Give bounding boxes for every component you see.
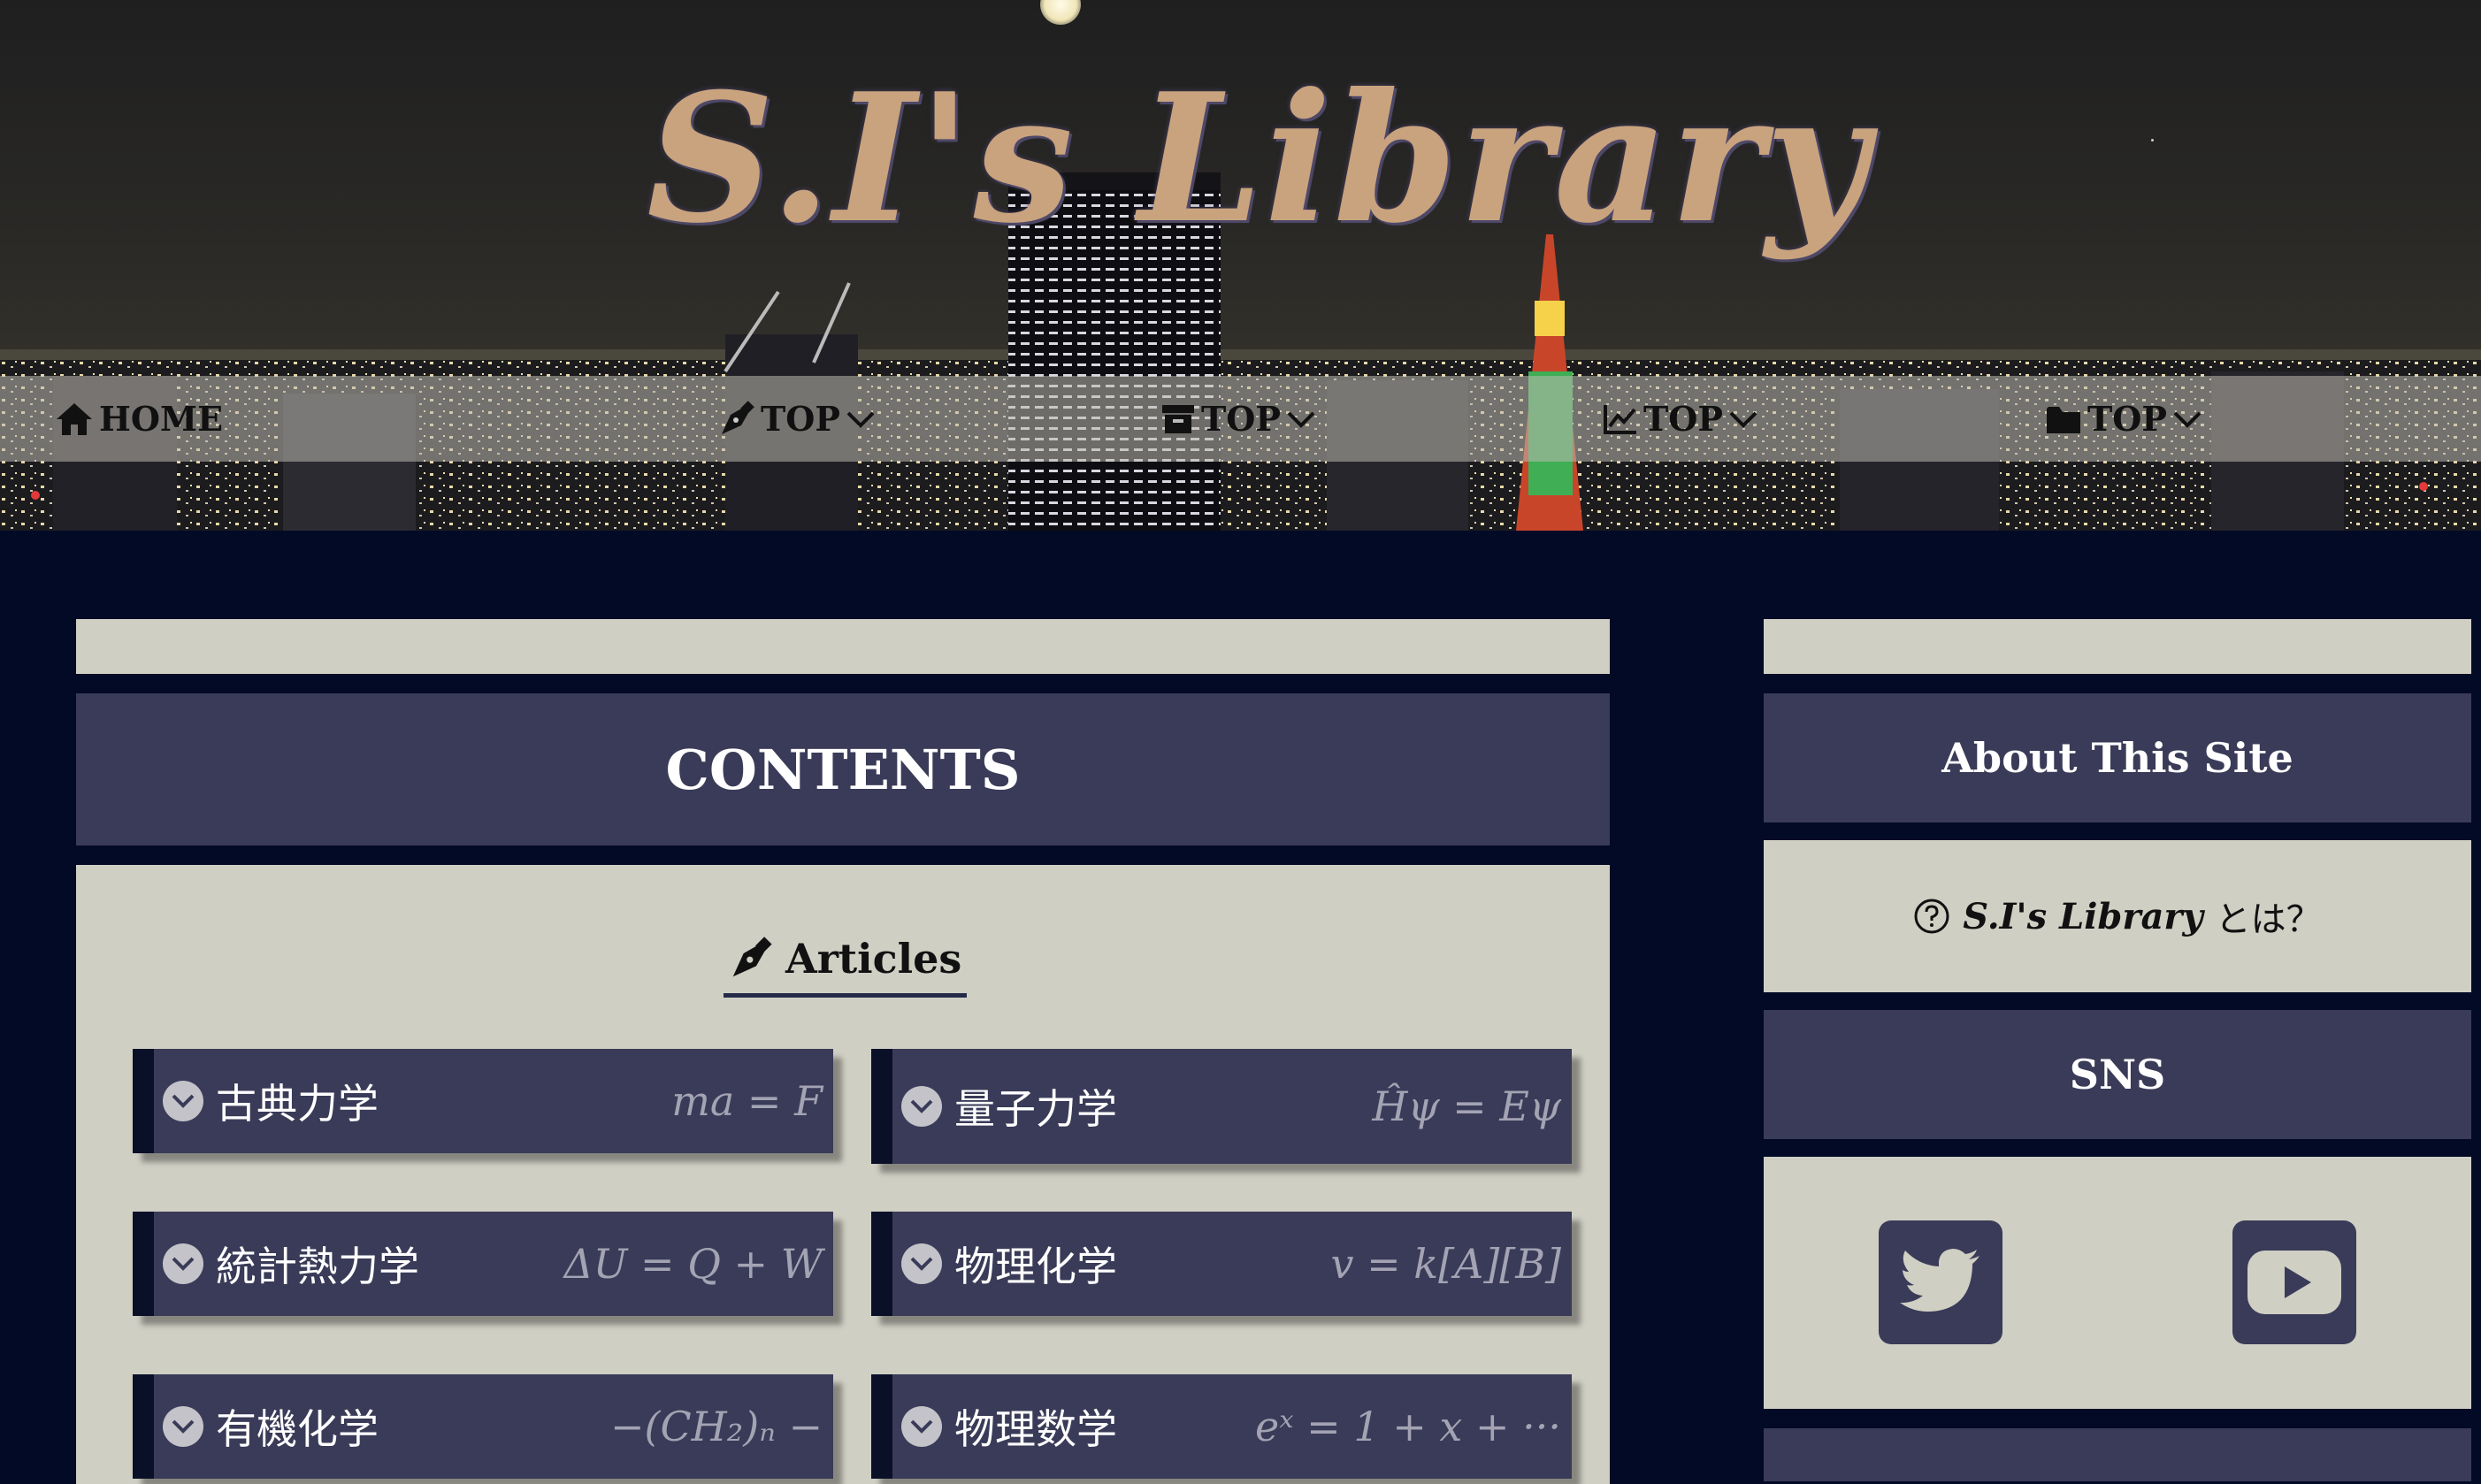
contents-header: CONTENTS: [76, 693, 1610, 845]
sidebar-top-strip: [1764, 619, 2471, 674]
pen-nib-icon: [722, 400, 754, 434]
nav-item-archive[interactable]: TOP: [1160, 376, 1316, 462]
article-label: 古典力学: [216, 1080, 379, 1128]
chevron-down-icon: [901, 1406, 942, 1447]
sns-panel: [1764, 1157, 2471, 1409]
sns-header: SNS: [1764, 1010, 2471, 1139]
articles-heading-label: Articles: [785, 935, 962, 983]
pen-nib-icon: [732, 937, 772, 977]
chevron-down-icon: [1287, 411, 1315, 428]
chevron-down-icon: [163, 1406, 203, 1447]
article-card-mathematical-physics[interactable]: 物理数学 eˣ = 1 + x + ···: [871, 1374, 1572, 1479]
contents-title: CONTENTS: [665, 737, 1021, 802]
nav-item-home[interactable]: HOME: [55, 376, 223, 462]
article-card-organic-chemistry[interactable]: 有機化学 −(CH₂)ₙ −: [133, 1374, 833, 1479]
chevron-down-icon: [163, 1081, 203, 1121]
nav-label-charts: TOP: [1643, 399, 1723, 439]
article-card-quantum-mechanics[interactable]: 量子力学 Ĥψ = Eψ: [871, 1049, 1572, 1164]
nav-label-articles: TOP: [761, 399, 840, 439]
sns-title: SNS: [2069, 1051, 2166, 1098]
chevron-down-icon: [846, 411, 875, 428]
article-label: 量子力学: [954, 1085, 1117, 1133]
main-nav: HOME TOP TOP TOP TOP: [0, 376, 2481, 462]
articles-heading: Articles: [724, 924, 968, 998]
question-circle-icon: [1914, 899, 1949, 934]
chevron-down-icon: [163, 1243, 203, 1284]
folder-icon: [2047, 406, 2080, 433]
nav-label-folder: TOP: [2087, 399, 2167, 439]
article-card-classical-mechanics[interactable]: 古典力学 ma = F: [133, 1049, 833, 1153]
about-site-link[interactable]: S.I's Library とは？: [1764, 840, 2471, 992]
nav-item-folder[interactable]: TOP: [2045, 376, 2202, 462]
article-label: 物理化学: [954, 1243, 1117, 1290]
article-label: 物理数学: [954, 1405, 1117, 1453]
article-formula: eˣ = 1 + x + ···: [1255, 1403, 1561, 1450]
article-formula: v = k[A][B]: [1330, 1240, 1561, 1288]
about-link-suffix: とは？: [2215, 899, 2322, 940]
article-formula: −(CH₂)ₙ −: [610, 1403, 823, 1450]
article-label: 有機化学: [216, 1405, 379, 1453]
nav-item-articles[interactable]: TOP: [718, 376, 876, 462]
article-card-physical-chemistry[interactable]: 物理化学 v = k[A][B]: [871, 1212, 1572, 1316]
nav-item-charts[interactable]: TOP: [1603, 376, 1758, 462]
nav-label-home: HOME: [99, 399, 224, 439]
article-label: 統計熱力学: [216, 1243, 419, 1290]
site-title[interactable]: S.I's Library: [0, 62, 2481, 256]
twitter-link[interactable]: [1879, 1220, 2002, 1344]
main-top-strip: [76, 619, 1610, 674]
archive-box-icon: [1162, 404, 1194, 433]
chevron-down-icon: [1729, 411, 1757, 428]
youtube-link[interactable]: [2232, 1220, 2356, 1344]
article-card-statistical-thermodynamics[interactable]: 統計熱力学 ΔU = Q + W: [133, 1212, 833, 1316]
youtube-icon: [2247, 1251, 2341, 1314]
line-chart-icon: [1604, 404, 1636, 434]
twitter-icon: [1900, 1249, 1979, 1312]
about-title: About This Site: [1941, 734, 2293, 782]
chevron-down-icon: [901, 1243, 942, 1284]
chevron-down-icon: [2173, 411, 2202, 428]
article-formula: ΔU = Q + W: [563, 1240, 823, 1288]
chevron-down-icon: [901, 1086, 942, 1127]
sidebar-next-header: [1764, 1428, 2471, 1481]
home-icon: [57, 402, 92, 435]
about-link-brand: S.I's Library: [1963, 895, 2203, 937]
article-formula: Ĥψ = Eψ: [1372, 1082, 1561, 1130]
article-formula: ma = F: [671, 1077, 823, 1125]
nav-label-archive: TOP: [1201, 399, 1281, 439]
about-header: About This Site: [1764, 693, 2471, 822]
